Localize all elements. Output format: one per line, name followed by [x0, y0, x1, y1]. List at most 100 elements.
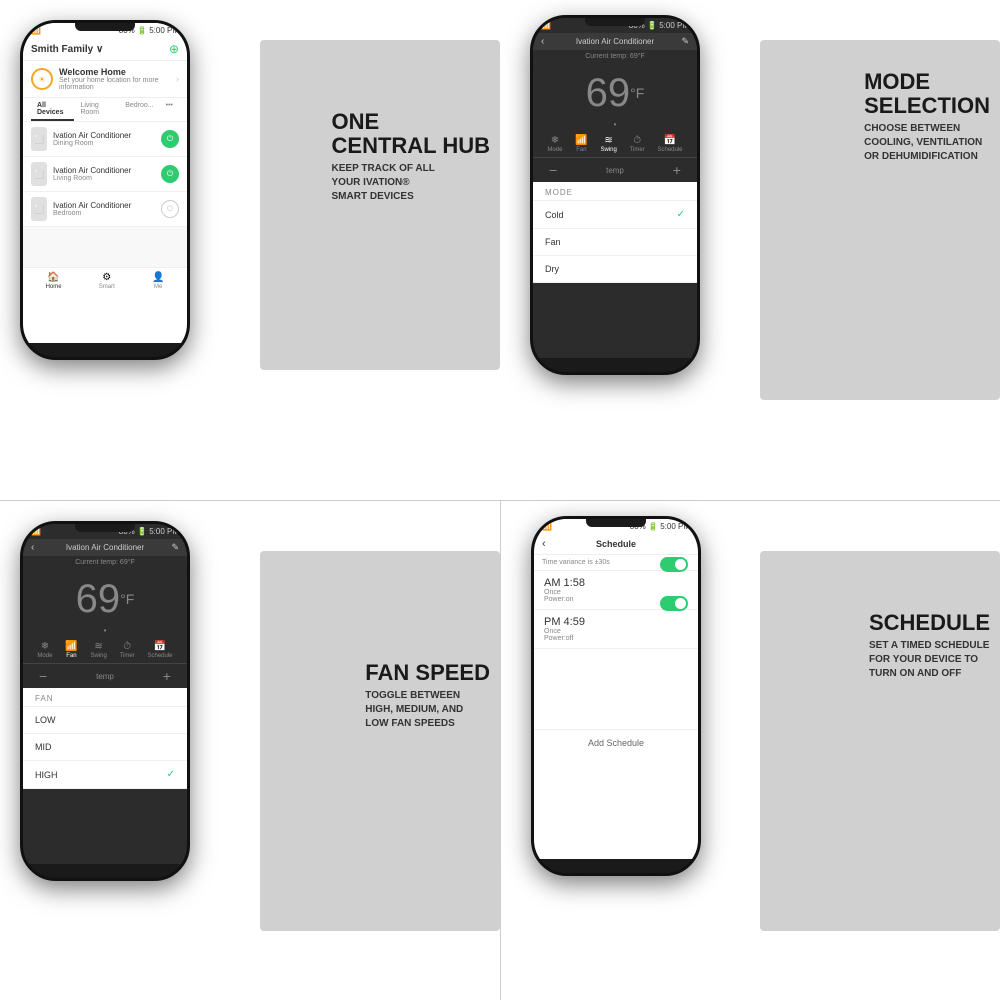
welcome-row[interactable]: ☀ Welcome Home Set your home location fo… [23, 61, 187, 98]
temp-dot-tr: • [533, 118, 697, 131]
sched-sub-1: Once [544, 589, 688, 596]
phone-tr: 📶 80% 🔋 5:00 PM ‹ Ivation Air Conditione… [530, 15, 700, 375]
temp-plus-btn[interactable]: + [673, 162, 681, 178]
device-name-1: Ivation Air Conditioner [53, 131, 155, 140]
ctrl-schedule[interactable]: 📅 Schedule [658, 135, 683, 153]
tab-all-devices[interactable]: All Devices [31, 102, 74, 121]
sun-icon: ☀ [31, 68, 53, 90]
app-header: Smith Family ∨ ⊕ [23, 38, 187, 61]
sched-header: ‹ Schedule [534, 534, 698, 555]
back-btn-tr[interactable]: ‹ [541, 36, 544, 47]
add-icon[interactable]: ⊕ [169, 42, 179, 56]
fan-list-header: FAN [23, 688, 187, 707]
ctrl-mode-bl[interactable]: ❄ Mode [37, 641, 52, 659]
mode-list-tr: MODE Cold ✓ Fan Dry [533, 182, 697, 283]
add-schedule-btn[interactable]: Add Schedule [534, 729, 698, 756]
phone-wrap-bl: 📶 80% 🔋 5:00 PM ‹ Ivation Air Conditione… [20, 521, 190, 881]
signal-icon: 📶 [31, 26, 41, 35]
screen-tr: 📶 80% 🔋 5:00 PM ‹ Ivation Air Conditione… [533, 18, 697, 358]
timer-bl-icon: ⏱ [123, 641, 131, 652]
temp-label-bl: temp [96, 672, 114, 681]
back-btn-bl[interactable]: ‹ [31, 542, 34, 553]
ctrl-timer[interactable]: ⏱ Timer [630, 135, 645, 153]
device-info-3: Ivation Air Conditioner Bedroom [53, 201, 155, 217]
phone-notch-br [586, 519, 646, 527]
ctrl-fan-bl[interactable]: 📶 Fan [65, 641, 77, 659]
phone-notch-tl [75, 23, 135, 31]
mode-dry[interactable]: Dry [533, 256, 697, 283]
temp-dot-bl: • [23, 624, 187, 637]
edit-btn-bl[interactable]: ✎ [171, 542, 179, 553]
power-btn-3[interactable]: ⏻ [161, 200, 179, 218]
mode-ctrl-icon: ❄ [551, 135, 559, 146]
tab-living-room[interactable]: Living Room [74, 102, 119, 121]
phone-wrap-br: 📶 80% 🔋 5:00 PM ‹ Schedule Time variance… [531, 516, 701, 876]
sched-back-btn[interactable]: ‹ [542, 538, 546, 550]
device-loc-3: Bedroom [53, 210, 155, 217]
power-btn-1[interactable]: ⏻ [161, 130, 179, 148]
ac-icon-2: ⬜ [31, 162, 47, 186]
temp-number-tr: 69 [586, 73, 631, 113]
device-row-2[interactable]: ⬜ Ivation Air Conditioner Living Room ⏻ [23, 157, 187, 192]
fan-high[interactable]: HIGH ✓ [23, 761, 187, 789]
ctrl-swing-bl[interactable]: ≋ Swing [90, 641, 106, 659]
edit-btn-tr[interactable]: ✎ [681, 36, 689, 47]
ctrl-swing[interactable]: ≋ Swing [600, 135, 616, 153]
feature-text-tl: ONECENTRAL HUB KEEP TRACK OF ALLYOUR IVA… [332, 110, 490, 204]
ctrl-fan[interactable]: 📶 Fan [575, 135, 587, 153]
tab-more[interactable]: ••• [160, 102, 179, 121]
temp-minus-btn[interactable]: − [549, 162, 557, 178]
temp-number-bl: 69 [76, 579, 121, 619]
mode-fan[interactable]: Fan [533, 229, 697, 256]
swing-bl-icon: ≋ [94, 641, 102, 652]
fan-high-check: ✓ [167, 769, 175, 780]
ctrl-mode[interactable]: ❄ Mode [547, 135, 562, 153]
fan-ctrl-label: Fan [576, 147, 586, 153]
phone-wrap-tl: 📶 80% 🔋 5:00 PM Smith Family ∨ ⊕ ☀ Welco… [20, 20, 190, 360]
ac-controls-bl: ❄ Mode 📶 Fan ≋ Swing ⏱ [23, 637, 187, 664]
fan-low[interactable]: LOW [23, 707, 187, 734]
device-loc-1: Dining Room [53, 140, 155, 147]
mode-ctrl-label: Mode [547, 147, 562, 153]
nav-home[interactable]: 🏠 Home [46, 272, 62, 290]
gray-bg-br [760, 551, 1000, 931]
temp-minus-btn-bl[interactable]: − [39, 668, 47, 684]
toggle-1[interactable] [660, 557, 688, 572]
tab-bedroom[interactable]: Bedroo... [119, 102, 159, 121]
nav-smart[interactable]: ⚙ Smart [99, 272, 115, 290]
signal-icon-br: 📶 [542, 522, 552, 531]
temp-plus-btn-bl[interactable]: + [163, 668, 171, 684]
ctrl-sched-bl[interactable]: 📅 Schedule [148, 641, 173, 659]
fan-mid[interactable]: MID [23, 734, 187, 761]
timer-ctrl-label: Timer [630, 147, 645, 153]
temp-label: temp [606, 166, 624, 175]
device-row-1[interactable]: ⬜ Ivation Air Conditioner Dining Room ⏻ [23, 122, 187, 157]
welcome-text: Welcome Home Set your home location for … [59, 67, 170, 91]
ac-icon-3: ⬜ [31, 197, 47, 221]
mode-cold[interactable]: Cold ✓ [533, 201, 697, 229]
feature-text-bl: FAN SPEED TOGGLE BETWEENHIGH, MEDIUM, AN… [365, 661, 490, 731]
ac-controls-tr: ❄ Mode 📶 Fan ≋ Swing ⏱ [533, 131, 697, 158]
nav-me[interactable]: 👤 Me [152, 272, 164, 290]
device-loc-2: Living Room [53, 175, 155, 182]
ac-header-bl: ‹ Ivation Air Conditioner ✎ [23, 539, 187, 556]
nav-home-label: Home [46, 284, 62, 290]
toggle-2[interactable] [660, 596, 688, 611]
swing-bl-label: Swing [90, 653, 106, 659]
fan-mid-label: MID [35, 742, 52, 752]
phone-br: 📶 80% 🔋 5:00 PM ‹ Schedule Time variance… [531, 516, 701, 876]
power-btn-2[interactable]: ⏻ [161, 165, 179, 183]
swing-ctrl-icon: ≋ [604, 135, 612, 146]
device-name-3: Ivation Air Conditioner [53, 201, 155, 210]
fan-list-bl: FAN LOW MID HIGH ✓ [23, 688, 187, 789]
home-icon: 🏠 [47, 272, 59, 283]
tabs-row: All Devices Living Room Bedroo... ••• [23, 98, 187, 122]
device-info-1: Ivation Air Conditioner Dining Room [53, 131, 155, 147]
me-icon: 👤 [152, 272, 164, 283]
device-row-3[interactable]: ⬜ Ivation Air Conditioner Bedroom ⏻ [23, 192, 187, 227]
cell-top-left: ONECENTRAL HUB KEEP TRACK OF ALLYOUR IVA… [0, 0, 500, 500]
feature-text-br: SCHEDULE SET A TIMED SCHEDULEFOR YOUR DE… [869, 611, 990, 681]
mode-dry-label: Dry [545, 264, 559, 274]
ctrl-timer-bl[interactable]: ⏱ Timer [120, 641, 135, 659]
device-name-2: Ivation Air Conditioner [53, 166, 155, 175]
